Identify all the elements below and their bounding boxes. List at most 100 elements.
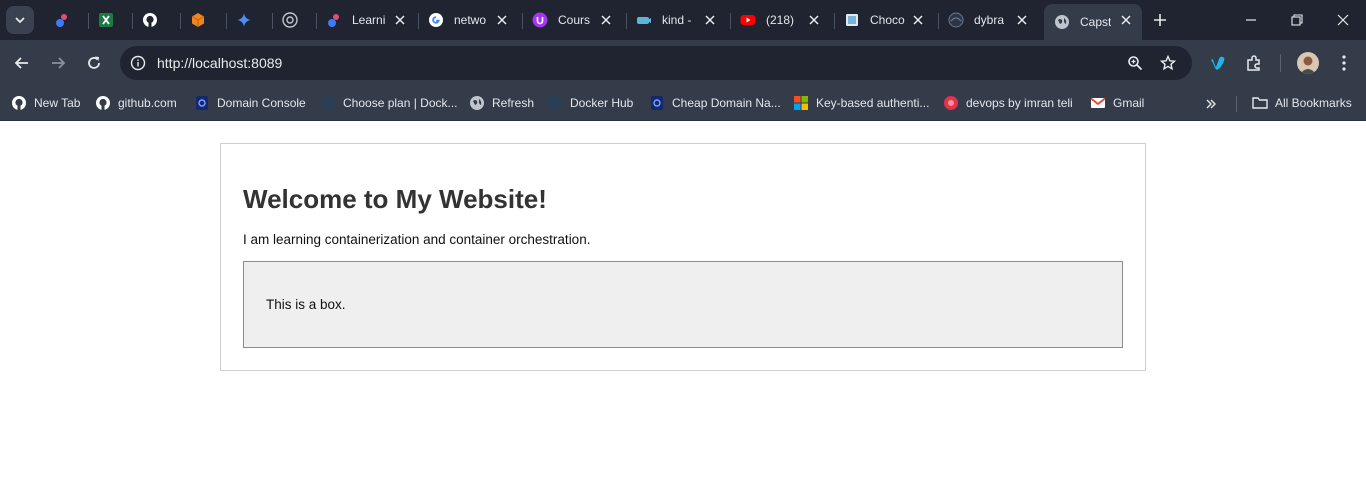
profile-avatar[interactable] — [1297, 52, 1319, 74]
youtube-icon — [740, 12, 756, 28]
toolbar-separator — [1280, 54, 1281, 72]
globe-icon — [469, 95, 485, 111]
bookmark-label: New Tab — [34, 96, 81, 110]
tab-13-active[interactable]: Capst — [1044, 4, 1142, 40]
tab-4[interactable] — [226, 4, 266, 36]
bookmark-domain-console[interactable]: Domain Console — [194, 92, 306, 114]
github-icon — [11, 95, 27, 111]
github-icon — [142, 12, 158, 28]
tab-separator — [834, 13, 835, 29]
pink-blob-icon — [54, 12, 70, 28]
bookmark-label: Docker Hub — [570, 96, 634, 110]
bookmark-star-icon[interactable] — [1158, 53, 1178, 73]
page-heading: Welcome to My Website! — [243, 184, 547, 214]
tab-3[interactable] — [180, 4, 220, 36]
tab-separator — [132, 13, 133, 29]
bookmark-github[interactable]: github.com — [95, 92, 177, 114]
tab-separator — [88, 13, 89, 29]
chevron-down-icon — [15, 17, 25, 24]
address-bar[interactable]: http://localhost:8089 — [120, 46, 1192, 80]
microsoft-icon — [793, 95, 809, 111]
tab-6[interactable]: Learni — [316, 4, 416, 36]
url-text[interactable]: http://localhost:8089 — [157, 55, 282, 71]
bookmark-label: Gmail — [1113, 96, 1145, 110]
bookmark-label: devops by imran teli — [966, 96, 1073, 110]
bookmarks-separator — [1236, 96, 1237, 112]
bookmark-cheap-domain[interactable]: Cheap Domain Na... — [649, 92, 781, 114]
back-button[interactable] — [11, 52, 33, 74]
bookmark-devops[interactable]: devops by imran teli — [943, 92, 1073, 114]
globe-dark-icon — [948, 12, 964, 28]
close-window-button[interactable] — [1333, 10, 1353, 30]
tab-2[interactable] — [132, 4, 172, 36]
extensions-icon[interactable] — [1243, 52, 1265, 74]
tab-strip: Learni netwo Cours kind - (218) Choco dy… — [0, 0, 1366, 40]
minimize-button[interactable] — [1241, 10, 1261, 30]
close-icon[interactable] — [1118, 12, 1134, 28]
close-icon[interactable] — [1014, 12, 1030, 28]
chocolatey-icon — [844, 12, 860, 28]
tab-title: Capst — [1080, 15, 1112, 29]
new-tab-button[interactable] — [1150, 10, 1170, 30]
tab-separator — [418, 13, 419, 29]
reload-button[interactable] — [83, 52, 105, 74]
gmail-icon — [1090, 95, 1106, 111]
tab-title: Choco — [870, 13, 905, 27]
globe-icon — [1054, 14, 1070, 30]
bookmark-docker-hub[interactable]: Docker Hub — [547, 92, 633, 114]
chatgpt-icon — [282, 12, 298, 28]
tab-12[interactable]: dybra — [938, 4, 1038, 36]
restore-button[interactable] — [1287, 10, 1307, 30]
close-icon[interactable] — [598, 12, 614, 28]
close-icon[interactable] — [806, 12, 822, 28]
tab-separator — [938, 13, 939, 29]
tab-separator — [316, 13, 317, 29]
bookmark-label: Domain Console — [217, 96, 306, 110]
forward-button[interactable] — [47, 52, 69, 74]
toolbar: http://localhost:8089 — [0, 40, 1366, 86]
tab-0[interactable] — [44, 4, 84, 36]
bookmark-gmail[interactable]: Gmail — [1090, 92, 1144, 114]
tab-separator — [522, 13, 523, 29]
bookmarks-overflow-button[interactable] — [1202, 95, 1220, 113]
tab-separator — [272, 13, 273, 29]
udemy-icon — [532, 12, 548, 28]
tab-9[interactable]: kind - — [626, 4, 726, 36]
close-icon[interactable] — [392, 12, 408, 28]
tab-title: (218) — [766, 13, 795, 27]
minimize-icon — [1246, 19, 1256, 21]
tab-title: netwo — [454, 13, 487, 27]
arrow-left-icon — [14, 57, 28, 69]
bookmark-key-based-auth[interactable]: Key-based authenti... — [793, 92, 929, 114]
close-icon[interactable] — [702, 12, 718, 28]
close-icon — [1337, 14, 1349, 26]
double-chevron-right-icon — [1206, 99, 1216, 109]
bookmark-label: Choose plan | Dock... — [343, 96, 458, 110]
tab-11[interactable]: Choco — [834, 4, 934, 36]
tab-7[interactable]: netwo — [418, 4, 518, 36]
all-bookmarks-label: All Bookmarks — [1275, 96, 1352, 110]
tab-5[interactable] — [272, 4, 312, 36]
bookmark-new-tab[interactable]: New Tab — [11, 92, 80, 114]
close-icon[interactable] — [910, 12, 926, 28]
pink-blob-icon — [326, 12, 342, 28]
tab-8[interactable]: Cours — [522, 4, 622, 36]
tab-10[interactable]: (218) — [730, 4, 830, 36]
tab-search-button[interactable] — [6, 6, 34, 34]
all-bookmarks-button[interactable]: All Bookmarks — [1252, 92, 1352, 114]
godaddy-icon — [649, 95, 665, 111]
tab-title: Cours — [558, 13, 591, 27]
zoom-icon[interactable] — [1125, 53, 1145, 73]
menu-kebab-icon[interactable] — [1333, 52, 1355, 74]
intro-paragraph: I am learning containerization and conta… — [243, 232, 591, 247]
plus-icon — [1154, 14, 1166, 26]
content-container: Welcome to My Website! I am learning con… — [220, 143, 1146, 371]
orange-cube-icon — [190, 12, 206, 28]
site-info-icon[interactable] — [128, 53, 148, 73]
bookmarks-bar: New Tab github.com Domain Console Choose… — [0, 86, 1366, 121]
vimeo-extension-icon[interactable] — [1207, 52, 1229, 74]
tab-1[interactable] — [88, 4, 128, 36]
bookmark-choose-plan[interactable]: Choose plan | Dock... — [320, 92, 458, 114]
close-icon[interactable] — [494, 12, 510, 28]
bookmark-refresh[interactable]: Refresh — [469, 92, 534, 114]
